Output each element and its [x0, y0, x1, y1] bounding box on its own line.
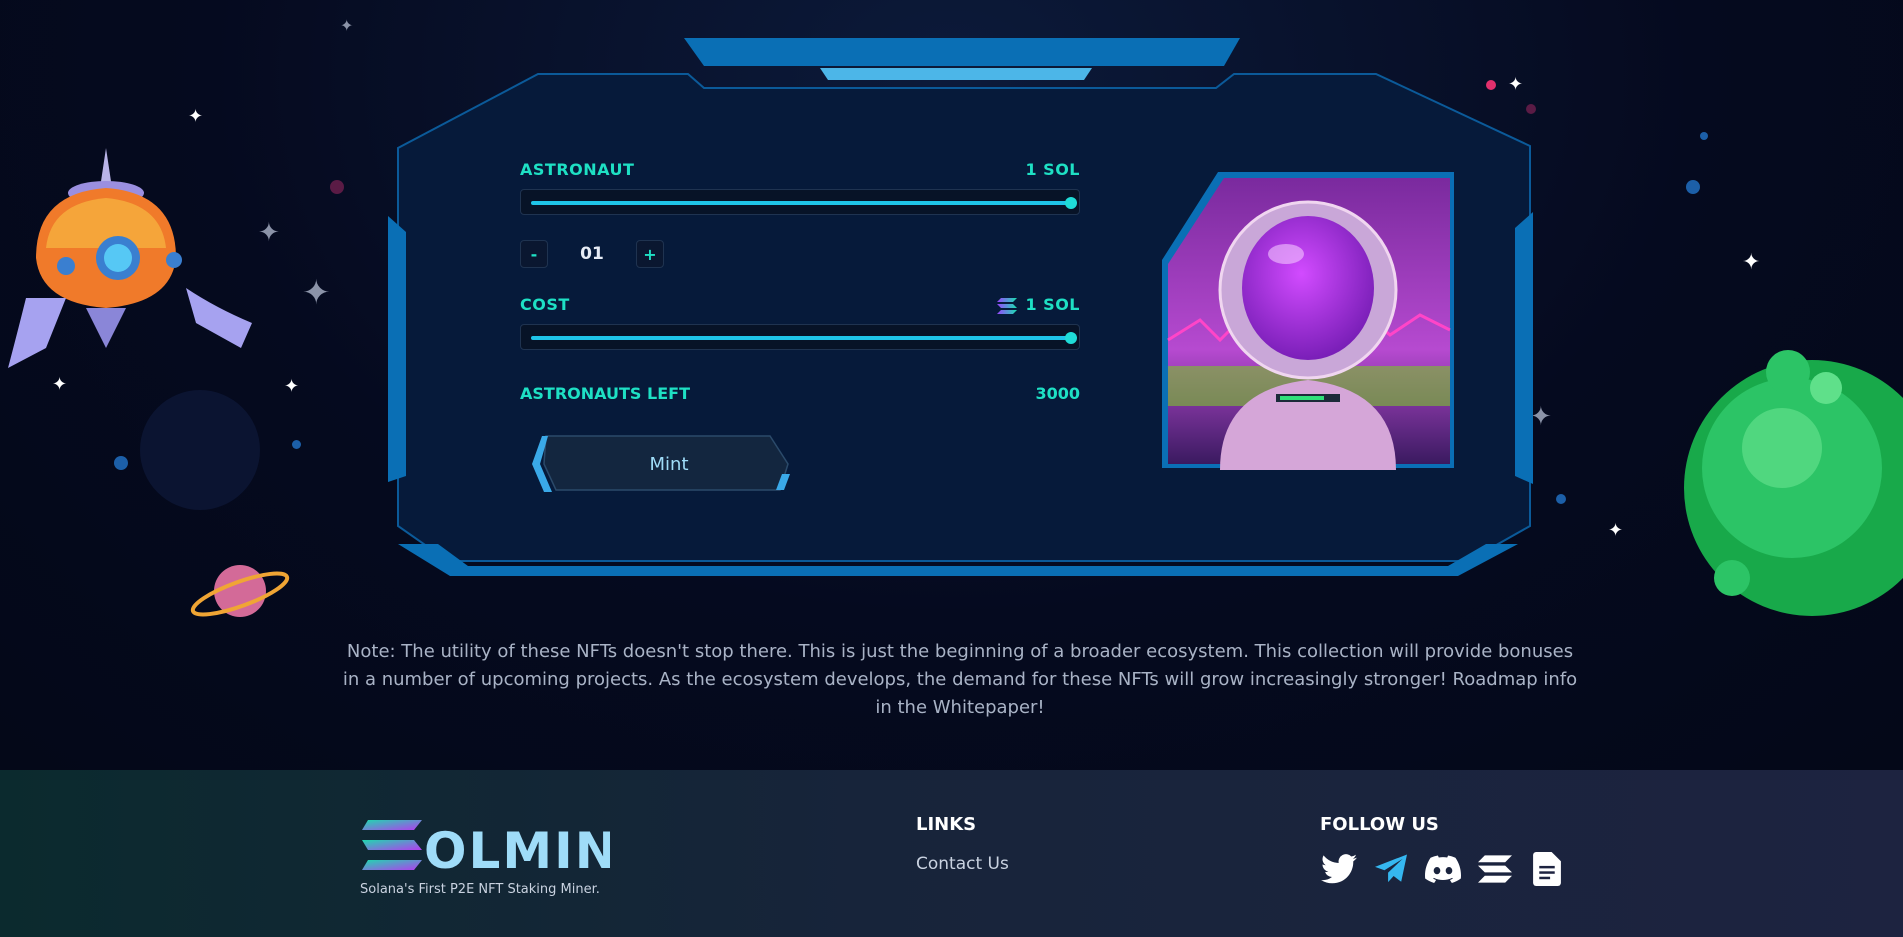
telegram-icon[interactable] — [1372, 850, 1410, 888]
slider-fill — [531, 336, 1071, 340]
slider-fill — [531, 201, 1071, 205]
cost-label: COST — [520, 295, 570, 314]
note-text: Note: The utility of these NFTs doesn't … — [342, 641, 1578, 718]
decrement-button[interactable]: - — [520, 240, 548, 268]
mint-button-label: Mint — [649, 453, 689, 475]
slider-knob[interactable] — [1065, 332, 1077, 344]
sparkle-icon: ✦ — [258, 218, 280, 248]
cost-row: COST 1 SOL — [520, 295, 1080, 314]
follow-heading: FOLLOW US — [1320, 814, 1439, 835]
remaining-row: ASTRONAUTS LEFT 3000 — [520, 384, 1080, 403]
sparkle-icon: ✦ — [1742, 250, 1761, 275]
sparkle-icon: ✦ — [1608, 520, 1624, 541]
social-links — [1320, 850, 1566, 888]
solmine-logo: OLMINE — [362, 820, 610, 874]
rocket-illustration — [8, 148, 252, 368]
slider-knob[interactable] — [1065, 197, 1077, 209]
footer-tagline: Solana's First P2E NFT Staking Miner. — [360, 882, 600, 897]
sparkle-icon: ✦ — [1530, 402, 1552, 432]
quantity-slider[interactable] — [520, 189, 1080, 215]
mint-form: ASTRONAUT 1 SOL - 01 + COST 1 SOL ASTRON… — [520, 160, 1080, 403]
sparkle-icon: ✦ — [284, 376, 300, 397]
green-planet-illustration — [1684, 350, 1903, 616]
item-row: ASTRONAUT 1 SOL — [520, 160, 1080, 179]
discord-icon[interactable] — [1424, 850, 1462, 888]
cost-slider[interactable] — [520, 324, 1080, 350]
ringed-planet-illustration — [190, 565, 290, 617]
twitter-icon[interactable] — [1320, 850, 1358, 888]
quantity-value: 01 — [580, 244, 604, 264]
nft-preview-image — [1160, 170, 1456, 470]
sparkle-icon: ✦ — [340, 16, 354, 35]
remaining-label: ASTRONAUTS LEFT — [520, 384, 690, 403]
remaining-value: 3000 — [1035, 384, 1080, 403]
item-label: ASTRONAUT — [520, 160, 635, 179]
sparkle-icon: ✦ — [302, 273, 331, 313]
solana-icon[interactable] — [1476, 850, 1514, 888]
item-price: 1 SOL — [1025, 160, 1080, 179]
cost-value: 1 SOL — [1025, 295, 1080, 314]
links-heading: LINKS — [916, 814, 977, 835]
footer: OLMINE Solana's First P2E NFT Staking Mi… — [0, 770, 1903, 937]
mint-button[interactable]: Mint — [532, 434, 792, 494]
quantity-stepper: - 01 + — [520, 239, 1080, 269]
solana-icon — [997, 297, 1018, 314]
sparkle-icon: ✦ — [188, 106, 204, 127]
document-icon[interactable] — [1528, 850, 1566, 888]
increment-button[interactable]: + — [636, 240, 664, 268]
svg-text:OLMINE: OLMINE — [424, 822, 610, 874]
contact-us-link[interactable]: Contact Us — [916, 854, 1009, 874]
